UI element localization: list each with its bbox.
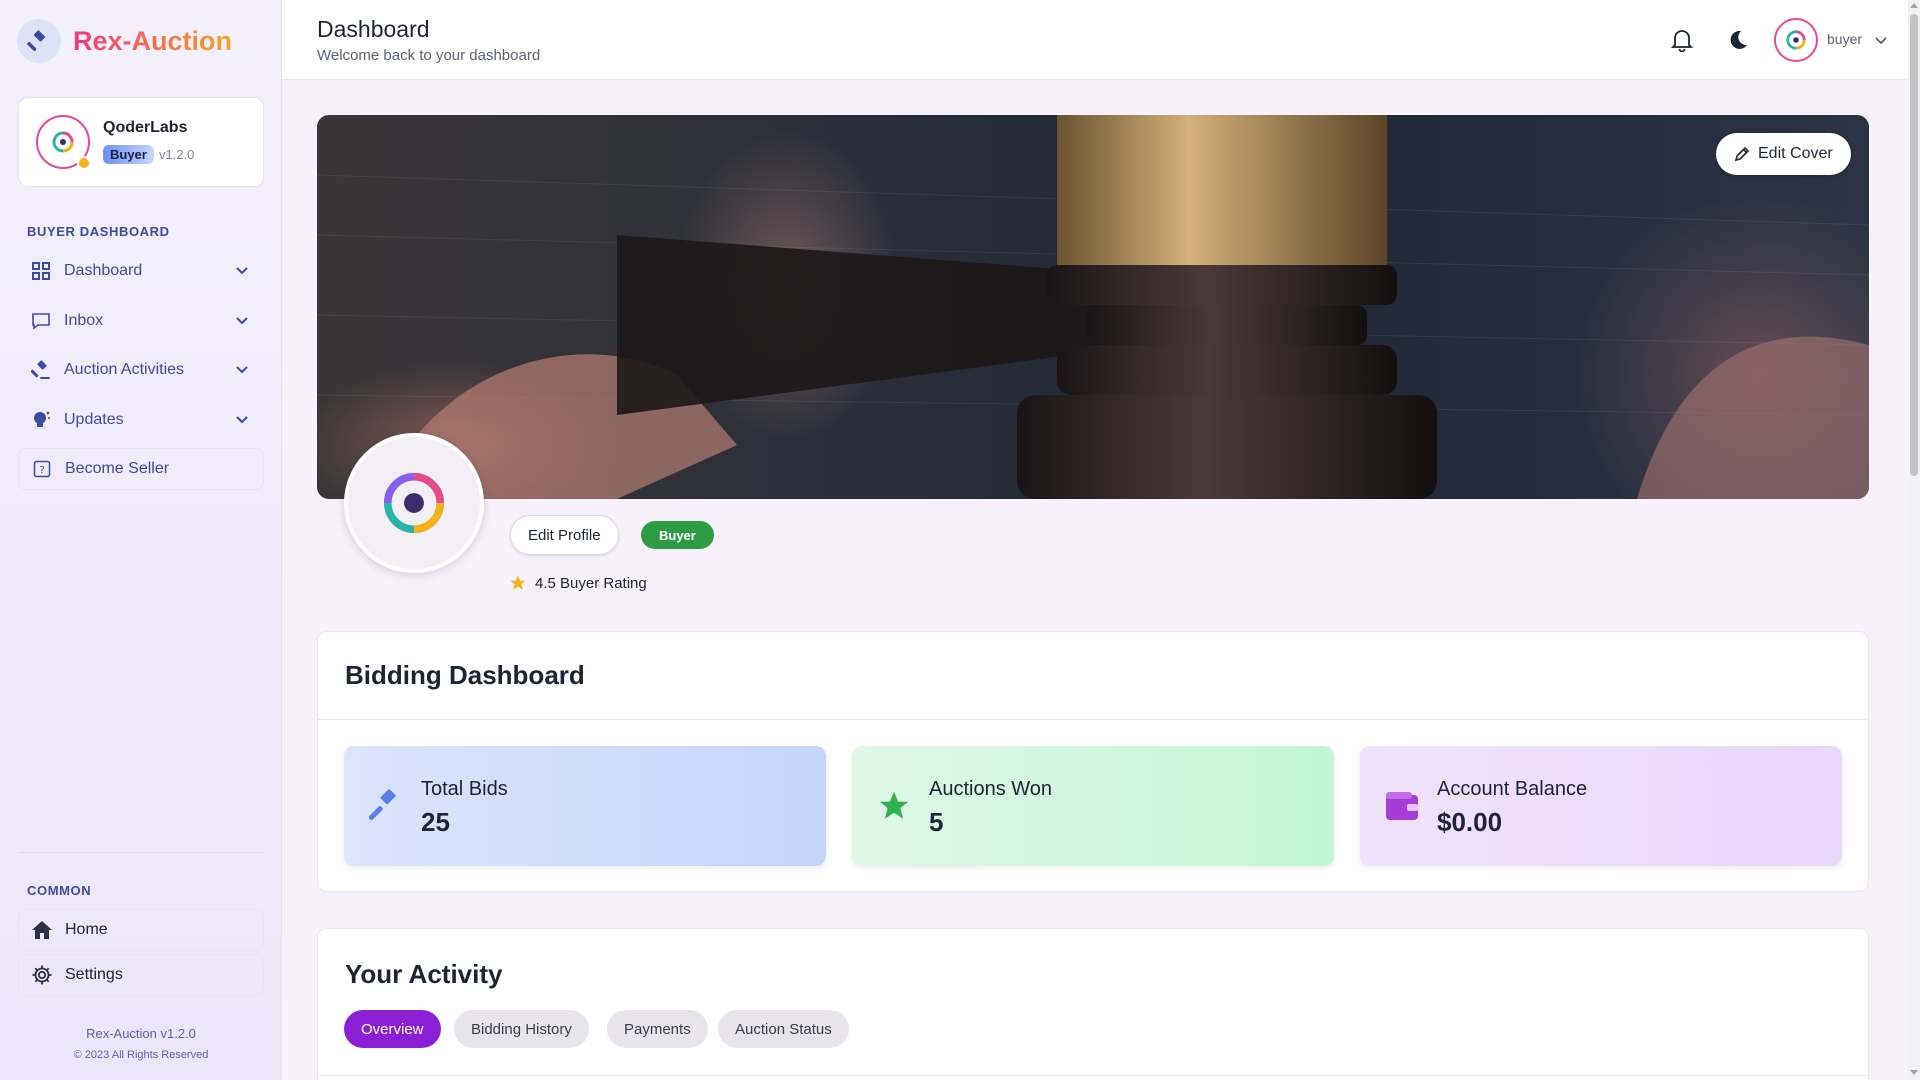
chevron-down-icon[interactable]: [234, 361, 250, 382]
section-label-buyer-dashboard: BUYER DASHBOARD: [27, 224, 170, 239]
edit-profile-button[interactable]: Edit Profile: [510, 515, 619, 555]
home-icon: [31, 919, 53, 941]
stat-label: Auctions Won: [929, 778, 1053, 800]
divider: [318, 1075, 1868, 1076]
star-icon: [876, 788, 912, 824]
stat-label: Account Balance: [1437, 778, 1588, 800]
sidebar-item-label: Inbox: [64, 312, 104, 329]
sidebar-item-label: Settings: [65, 966, 123, 983]
moon-icon[interactable]: [1725, 27, 1751, 53]
stat-label: Total Bids: [421, 778, 508, 800]
wallet-icon: [1384, 788, 1420, 824]
section-label-common: COMMON: [27, 883, 92, 898]
gavel-logo-icon: [17, 19, 61, 63]
edit-cover-button[interactable]: Edit Cover: [1716, 133, 1851, 175]
chevron-down-icon[interactable]: [234, 312, 250, 333]
chevron-down-icon[interactable]: [234, 262, 250, 283]
section-title: Bidding Dashboard: [345, 660, 585, 690]
brand-name: Rex-Auction: [73, 25, 233, 56]
message-icon: [30, 310, 52, 332]
stat-value: $0.00: [1437, 807, 1503, 837]
help-box-icon: ?: [31, 458, 53, 480]
pencil-icon: [1734, 146, 1750, 162]
footer-version: Rex-Auction v1.2.0: [86, 1026, 196, 1041]
role-badge: Buyer: [103, 145, 154, 164]
gavel-cover-illustration: [317, 115, 1869, 499]
sidebar-item-inbox[interactable]: Inbox: [18, 300, 264, 342]
chevron-down-icon[interactable]: [234, 411, 250, 432]
stat-value: 5: [929, 807, 944, 837]
sidebar-item-label: Auction Activities: [64, 361, 185, 378]
page-subtitle: Welcome back to your dashboard: [317, 47, 541, 64]
star-icon: [510, 575, 526, 590]
buyer-badge: Buyer: [641, 521, 714, 549]
gavel-icon: [30, 359, 52, 381]
top-header: Dashboard Welcome back to your dashboard…: [282, 0, 1908, 80]
buyer-rating: 4.5 Buyer Rating: [509, 574, 647, 592]
scroll-up-arrow-icon[interactable]: [1910, 3, 1918, 8]
profile-avatar-large[interactable]: [344, 433, 484, 573]
sidebar-item-label: Updates: [64, 411, 124, 428]
stat-card-auctions-won[interactable]: Auctions Won 5: [852, 746, 1334, 866]
sidebar: Rex-Auction QoderLabs Buyer v1.2.0 BUYER…: [0, 0, 282, 1080]
rating-text: 4.5 Buyer Rating: [535, 574, 647, 592]
svg-text:?: ?: [39, 465, 44, 476]
sidebar-item-become-seller[interactable]: ? Become Seller: [18, 448, 264, 490]
gear-icon: [31, 964, 53, 986]
sidebar-item-label: Home: [65, 921, 108, 938]
chevron-down-icon[interactable]: [1874, 33, 1888, 52]
sidebar-item-settings[interactable]: Settings: [18, 954, 264, 996]
cover-image: [317, 115, 1869, 499]
tab-bidding-history[interactable]: Bidding History: [454, 1010, 589, 1048]
activity-card: Your Activity: [317, 928, 1869, 1080]
brand[interactable]: Rex-Auction: [17, 19, 232, 63]
scroll-down-arrow-icon[interactable]: [1910, 1070, 1918, 1075]
status-dot: [77, 156, 91, 170]
lightbulb-icon: [30, 409, 52, 431]
profile-name: QoderLabs: [103, 119, 188, 136]
sidebar-item-label: Dashboard: [64, 262, 143, 279]
gavel-icon: [368, 788, 404, 824]
sidebar-item-dashboard[interactable]: Dashboard: [18, 250, 264, 292]
page-scrollbar[interactable]: [1908, 0, 1920, 1080]
username-label[interactable]: buyer: [1827, 31, 1862, 47]
sidebar-item-auction-activities[interactable]: Auction Activities: [18, 349, 264, 391]
tab-payments[interactable]: Payments: [607, 1010, 708, 1048]
stat-value: 25: [421, 807, 450, 837]
sidebar-item-updates[interactable]: Updates: [18, 399, 264, 441]
bell-icon[interactable]: [1669, 27, 1695, 53]
stat-card-account-balance[interactable]: Account Balance $0.00: [1360, 746, 1842, 866]
user-avatar[interactable]: [1774, 18, 1818, 62]
section-title: Your Activity: [345, 959, 503, 989]
profile-version: v1.2.0: [159, 147, 195, 162]
tab-overview[interactable]: Overview: [344, 1010, 441, 1048]
grid-icon: [30, 260, 52, 282]
sidebar-item-label: Become Seller: [65, 460, 170, 477]
footer-copyright: © 2023 All Rights Reserved: [73, 1049, 209, 1061]
divider: [18, 852, 264, 853]
divider: [318, 719, 1868, 720]
stat-card-total-bids[interactable]: Total Bids 25: [344, 746, 826, 866]
edit-cover-label: Edit Cover: [1758, 145, 1833, 162]
profile-card[interactable]: QoderLabs Buyer v1.2.0: [18, 97, 264, 187]
tab-auction-status[interactable]: Auction Status: [718, 1010, 849, 1048]
scrollbar-thumb[interactable]: [1910, 14, 1918, 476]
sidebar-item-home[interactable]: Home: [18, 909, 264, 951]
page-title: Dashboard: [317, 16, 430, 42]
